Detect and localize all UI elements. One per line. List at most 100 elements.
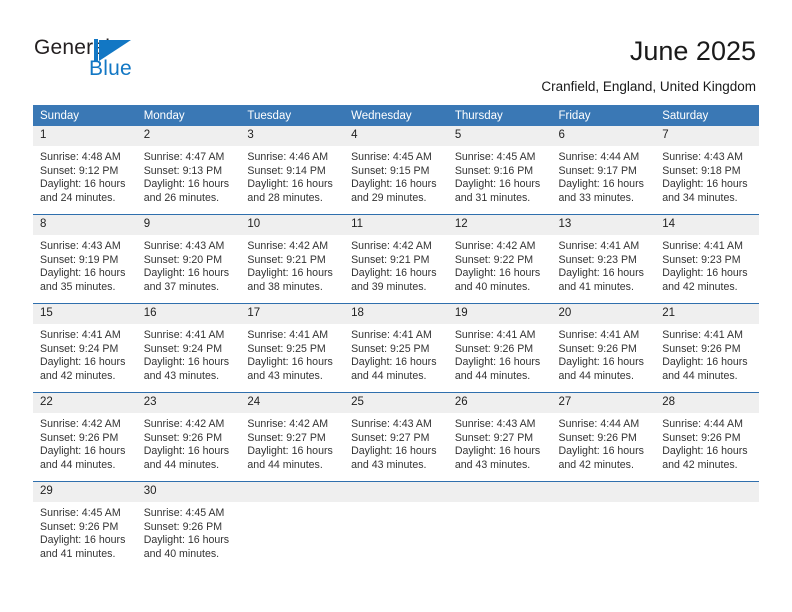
daylight-text-line2: and 44 minutes. xyxy=(454,369,531,382)
daylight-text-line2: and 43 minutes. xyxy=(454,458,531,471)
calendar-day-cell[interactable]: 14 Sunrise: 4:41 AM Sunset: 9:23 PM Dayligh… xyxy=(655,214,759,304)
daylight-text-line1: Daylight: 16 hours xyxy=(40,267,126,280)
day-details xyxy=(448,502,552,507)
sunrise-text: Sunrise: 4:45 AM xyxy=(40,507,121,519)
weekday-header-wednesday: Wednesday xyxy=(344,105,448,126)
calendar-day-cell[interactable]: 11 Sunrise: 4:42 AM Sunset: 9:21 PM Dayligh… xyxy=(344,214,448,304)
daylight-text-line2: and 44 minutes. xyxy=(247,458,323,471)
day-details: Sunrise: 4:42 AM Sunset: 9:27 PM Daylight:… xyxy=(240,413,344,472)
calendar-day-cell[interactable]: 5 Sunrise: 4:45 AM Sunset: 9:16 PM Daylight… xyxy=(447,126,552,215)
day-cell-inner: 21 Sunrise: 4:41 AM Sunset: 9:26 PM Dayligh… xyxy=(655,304,759,392)
daylight-text-line1: Daylight: 16 hours xyxy=(662,178,748,191)
day-cell-inner: 5 Sunrise: 4:45 AM Sunset: 9:16 PM Daylight… xyxy=(447,126,552,214)
calendar-day-cell[interactable]: 15 Sunrise: 4:41 AM Sunset: 9:24 PM Dayligh… xyxy=(33,303,137,393)
day-details: Sunrise: 4:41 AM Sunset: 9:26 PM Daylight:… xyxy=(448,324,552,383)
calendar-day-cell[interactable]: 2 Sunrise: 4:47 AM Sunset: 9:13 PM Daylight… xyxy=(136,126,241,215)
day-cell-inner xyxy=(655,482,759,570)
calendar-day-cell[interactable]: 24 Sunrise: 4:42 AM Sunset: 9:27 PM Dayligh… xyxy=(240,392,345,482)
calendar-day-cell[interactable]: 18 Sunrise: 4:41 AM Sunset: 9:25 PM Dayligh… xyxy=(344,303,448,393)
calendar-day-cell[interactable]: 26 Sunrise: 4:43 AM Sunset: 9:27 PM Dayligh… xyxy=(447,392,552,482)
calendar-day-cell[interactable]: 7 Sunrise: 4:43 AM Sunset: 9:18 PM Daylight… xyxy=(655,126,759,215)
sunset-text: Sunset: 9:26 PM xyxy=(40,520,119,533)
weekday-header-tuesday: Tuesday xyxy=(240,105,345,126)
sunset-text: Sunset: 9:12 PM xyxy=(40,164,119,177)
sunrise-text: Sunrise: 4:41 AM xyxy=(40,329,121,341)
weekday-header-saturday: Saturday xyxy=(655,105,759,126)
sunset-text: Sunset: 9:26 PM xyxy=(143,520,223,533)
calendar-day-cell[interactable]: 8 Sunrise: 4:43 AM Sunset: 9:19 PM Daylight… xyxy=(33,214,137,304)
calendar-day-cell[interactable]: 12 Sunrise: 4:42 AM Sunset: 9:22 PM Dayligh… xyxy=(447,214,552,304)
calendar-day-cell[interactable]: 6 Sunrise: 4:44 AM Sunset: 9:17 PM Daylight… xyxy=(551,126,656,215)
daylight-text-line2: and 42 minutes. xyxy=(662,280,738,293)
daylight-text-line1: Daylight: 16 hours xyxy=(454,267,541,280)
calendar-day-cell[interactable]: 20 Sunrise: 4:41 AM Sunset: 9:26 PM Dayligh… xyxy=(551,303,656,393)
day-cell-inner: 16 Sunrise: 4:41 AM Sunset: 9:24 PM Dayligh… xyxy=(136,304,241,392)
day-details: Sunrise: 4:43 AM Sunset: 9:27 PM Daylight:… xyxy=(448,413,552,472)
day-details xyxy=(655,502,759,507)
calendar-day-cell[interactable]: 19 Sunrise: 4:41 AM Sunset: 9:26 PM Dayligh… xyxy=(447,303,552,393)
day-cell-inner: 24 Sunrise: 4:42 AM Sunset: 9:27 PM Dayligh… xyxy=(240,393,345,481)
daylight-text-line2: and 44 minutes. xyxy=(351,369,427,382)
sunrise-text: Sunrise: 4:42 AM xyxy=(247,240,329,252)
calendar-day-cell[interactable]: 4 Sunrise: 4:45 AM Sunset: 9:15 PM Daylight… xyxy=(344,126,448,215)
sunset-text: Sunset: 9:16 PM xyxy=(454,164,534,177)
calendar-day-cell[interactable]: 27 Sunrise: 4:44 AM Sunset: 9:26 PM Dayligh… xyxy=(551,392,656,482)
sunrise-text: Sunrise: 4:41 AM xyxy=(351,329,432,341)
calendar-day-cell[interactable]: 9 Sunrise: 4:43 AM Sunset: 9:20 PM Daylight… xyxy=(136,214,241,304)
day-details: Sunrise: 4:48 AM Sunset: 9:12 PM Daylight:… xyxy=(33,146,137,205)
sunset-text: Sunset: 9:26 PM xyxy=(143,431,223,444)
calendar-day-cell[interactable]: 29 Sunrise: 4:45 AM Sunset: 9:26 PM Dayligh… xyxy=(33,481,137,570)
day-details xyxy=(552,502,656,507)
sunset-text: Sunset: 9:19 PM xyxy=(40,253,119,266)
day-number: 6 xyxy=(551,126,656,146)
calendar-day-cell xyxy=(551,481,656,570)
sunrise-text: Sunrise: 4:44 AM xyxy=(558,418,640,430)
calendar-day-cell[interactable]: 22 Sunrise: 4:42 AM Sunset: 9:26 PM Dayligh… xyxy=(33,392,137,482)
sunrise-text: Sunrise: 4:48 AM xyxy=(40,151,121,163)
day-details: Sunrise: 4:46 AM Sunset: 9:14 PM Daylight:… xyxy=(240,146,344,205)
sunrise-text: Sunrise: 4:43 AM xyxy=(143,240,225,252)
calendar-day-cell[interactable]: 3 Sunrise: 4:46 AM Sunset: 9:14 PM Daylight… xyxy=(240,126,345,215)
brand-name-secondary: Blue xyxy=(89,57,132,80)
sunset-text: Sunset: 9:17 PM xyxy=(558,164,637,177)
daylight-text-line1: Daylight: 16 hours xyxy=(351,356,437,369)
sunrise-text: Sunrise: 4:42 AM xyxy=(454,240,536,252)
day-cell-inner: 15 Sunrise: 4:41 AM Sunset: 9:24 PM Dayligh… xyxy=(33,304,137,392)
sunrise-text: Sunrise: 4:41 AM xyxy=(247,329,329,341)
day-details: Sunrise: 4:42 AM Sunset: 9:22 PM Daylight:… xyxy=(448,235,552,294)
calendar-day-cell[interactable]: 23 Sunrise: 4:42 AM Sunset: 9:26 PM Dayligh… xyxy=(136,392,241,482)
day-number xyxy=(551,482,656,502)
daylight-text-line1: Daylight: 16 hours xyxy=(454,178,541,191)
sunset-text: Sunset: 9:26 PM xyxy=(662,431,741,444)
daylight-text-line2: and 35 minutes. xyxy=(40,280,116,293)
day-cell-inner: 14 Sunrise: 4:41 AM Sunset: 9:23 PM Dayligh… xyxy=(655,215,759,303)
calendar-week-row: 15 Sunrise: 4:41 AM Sunset: 9:24 PM Dayligh… xyxy=(33,303,759,393)
day-cell-inner: 3 Sunrise: 4:46 AM Sunset: 9:14 PM Daylight… xyxy=(240,126,345,214)
day-number: 19 xyxy=(447,304,552,324)
brand-logo[interactable]: General Blue xyxy=(34,36,204,84)
day-number xyxy=(655,482,759,502)
page-subtitle: Cranfield, England, United Kingdom xyxy=(541,79,756,94)
calendar-day-cell[interactable]: 28 Sunrise: 4:44 AM Sunset: 9:26 PM Dayligh… xyxy=(655,392,759,482)
sunset-text: Sunset: 9:18 PM xyxy=(662,164,741,177)
sunset-text: Sunset: 9:27 PM xyxy=(247,431,326,444)
day-cell-inner: 29 Sunrise: 4:45 AM Sunset: 9:26 PM Dayligh… xyxy=(33,482,137,570)
daylight-text-line2: and 42 minutes. xyxy=(40,369,116,382)
calendar-day-cell[interactable]: 25 Sunrise: 4:43 AM Sunset: 9:27 PM Dayligh… xyxy=(344,392,448,482)
calendar-day-cell[interactable]: 30 Sunrise: 4:45 AM Sunset: 9:26 PM Dayligh… xyxy=(136,481,241,570)
calendar-day-cell[interactable]: 10 Sunrise: 4:42 AM Sunset: 9:21 PM Dayligh… xyxy=(240,214,345,304)
calendar-day-cell[interactable]: 1 Sunrise: 4:48 AM Sunset: 9:12 PM Daylight… xyxy=(33,126,137,215)
day-cell-inner: 6 Sunrise: 4:44 AM Sunset: 9:17 PM Daylight… xyxy=(551,126,656,214)
calendar-day-cell[interactable]: 21 Sunrise: 4:41 AM Sunset: 9:26 PM Dayligh… xyxy=(655,303,759,393)
calendar-day-cell[interactable]: 13 Sunrise: 4:41 AM Sunset: 9:23 PM Dayligh… xyxy=(551,214,656,304)
calendar-day-cell[interactable]: 17 Sunrise: 4:41 AM Sunset: 9:25 PM Dayligh… xyxy=(240,303,345,393)
day-cell-inner: 20 Sunrise: 4:41 AM Sunset: 9:26 PM Dayligh… xyxy=(551,304,656,392)
weekday-header-friday: Friday xyxy=(551,105,656,126)
daylight-text-line2: and 41 minutes. xyxy=(40,547,116,560)
day-number: 18 xyxy=(344,304,448,324)
calendar-day-cell[interactable]: 16 Sunrise: 4:41 AM Sunset: 9:24 PM Dayligh… xyxy=(136,303,241,393)
sunset-text: Sunset: 9:13 PM xyxy=(143,164,223,177)
day-cell-inner xyxy=(447,482,552,570)
daylight-text-line2: and 29 minutes. xyxy=(351,191,427,204)
daylight-text-line2: and 26 minutes. xyxy=(143,191,220,204)
